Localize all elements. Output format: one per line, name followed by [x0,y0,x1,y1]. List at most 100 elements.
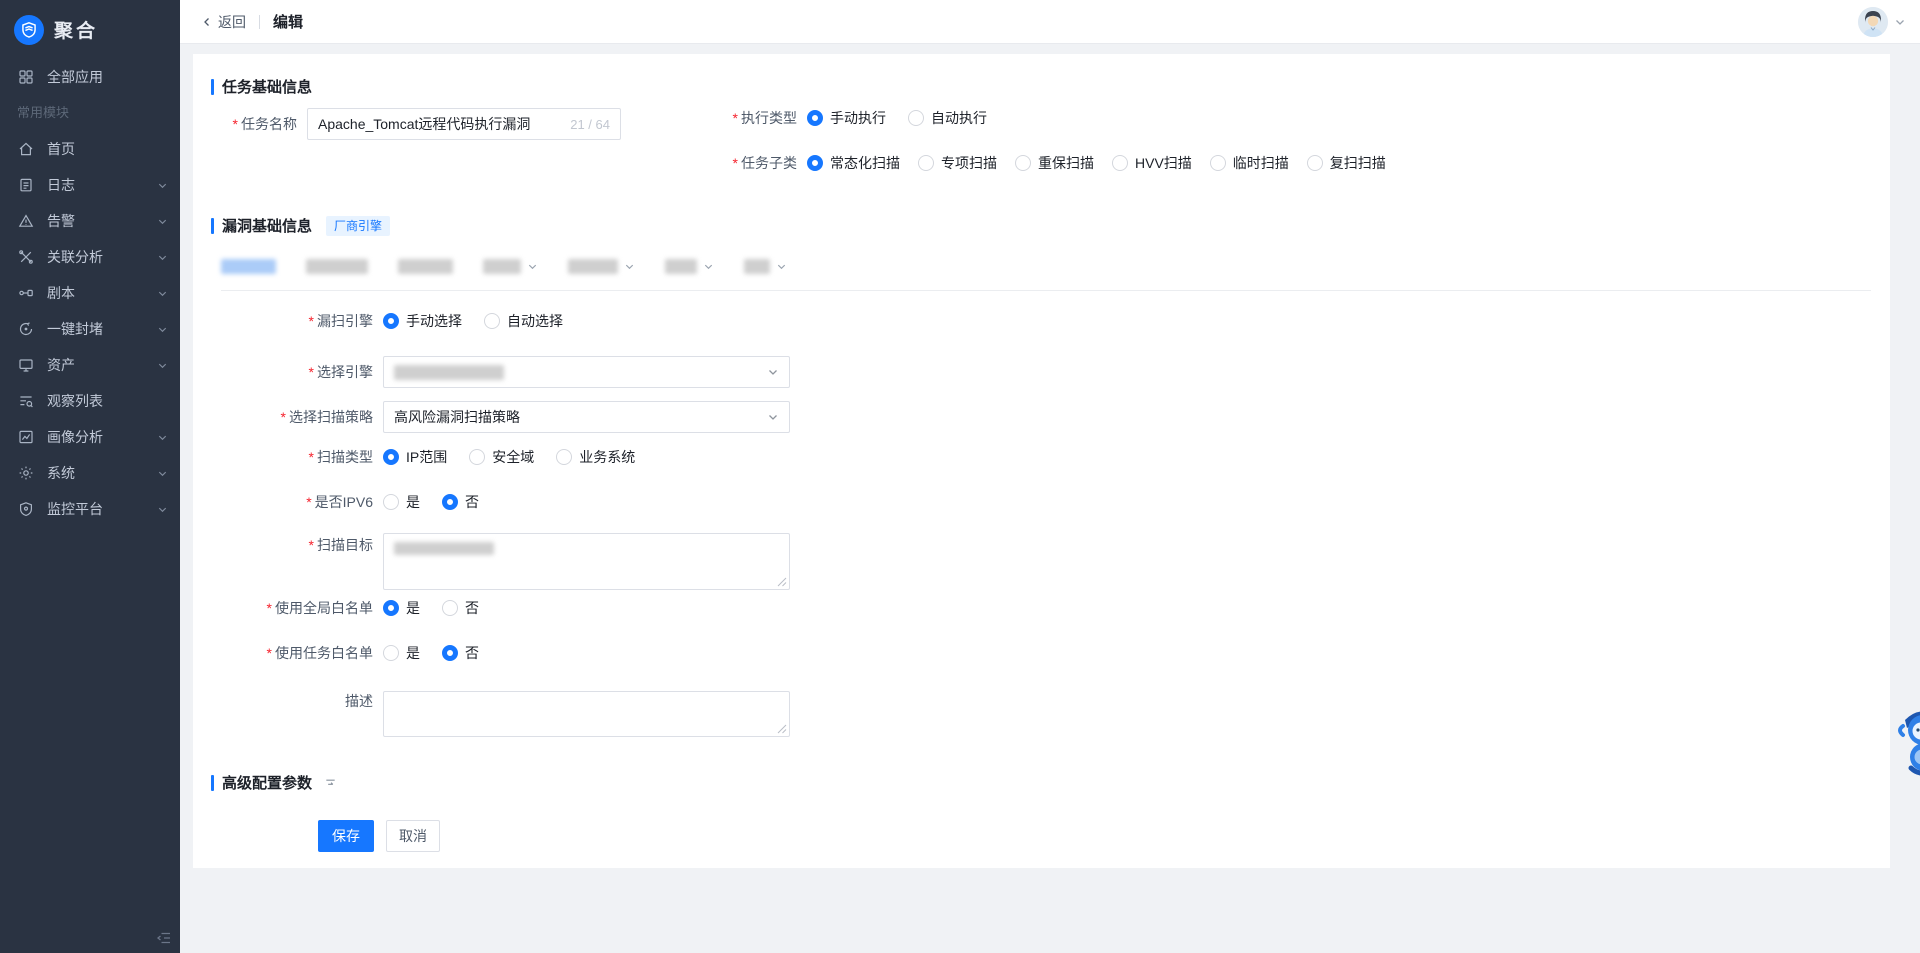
field-label: * 使用全局白名单 [211,598,373,618]
sidebar-item-playbook[interactable]: 剧本 [0,275,180,311]
radio-task-wl-yes[interactable]: 是 [383,643,420,663]
section-vuln-info: 漏洞基础信息 厂商引擎 [211,215,390,236]
radio-normalized-scan[interactable]: 常态化扫描 [807,153,900,173]
required-marker: * [309,364,314,380]
field-exec-type: * 执行类型 手动执行 自动执行 [653,108,987,128]
sidebar-item-monitor-platform[interactable]: 监控平台 [0,491,180,527]
radio-temp-scan[interactable]: 临时扫描 [1210,153,1289,173]
header-divider [259,15,260,29]
redacted-text [568,259,618,274]
field-label: 描述 [211,685,373,717]
sidebar-item-alerts[interactable]: 告警 [0,203,180,239]
radio-special-scan[interactable]: 专项扫描 [918,153,997,173]
playbook-icon [17,285,34,302]
radio-ip-range[interactable]: IP范围 [383,447,447,467]
sidebar-item-logs[interactable]: 日志 [0,167,180,203]
sidebar: 聚合 全部应用 常用模块 首页 日志 [0,0,180,953]
log-icon [17,177,34,194]
radio-auto-select[interactable]: 自动选择 [484,311,563,331]
required-marker: * [281,409,286,425]
sidebar-item-system[interactable]: 系统 [0,455,180,491]
section-advanced-config: 高级配置参数 [211,772,337,793]
field-label: * 任务子类 [653,153,797,173]
scan-target-textarea[interactable] [383,533,790,590]
field-label: * 是否IPV6 [211,492,373,512]
chevron-down-icon [157,216,168,227]
field-global-whitelist: * 使用全局白名单 是 否 [211,598,479,618]
field-label: * 选择引擎 [211,362,373,382]
section-accent-bar [211,79,214,95]
sidebar-item-all-apps[interactable]: 全部应用 [0,59,180,95]
vendor-tab-redacted[interactable] [221,259,276,274]
section-basic-info: 任务基础信息 [211,76,312,97]
radio-key-protection-scan[interactable]: 重保扫描 [1015,153,1094,173]
sidebar-item-label: 全部应用 [47,67,168,87]
sidebar-item-watchlist[interactable]: 观察列表 [0,383,180,419]
resize-handle[interactable] [777,577,787,587]
asset-icon [17,357,34,374]
sidebar-collapse-icon[interactable] [156,930,172,946]
task-name-input[interactable]: Apache_Tomcat远程代码执行漏洞 21 / 64 [307,108,621,140]
page-header: 返回 编辑 [180,0,1920,44]
radio-security-domain[interactable]: 安全域 [469,447,534,467]
radio-dot [383,600,399,616]
vendor-tab-redacted[interactable] [398,259,453,274]
resize-handle[interactable] [777,724,787,734]
collapse-section-icon[interactable] [324,776,337,789]
cancel-button[interactable]: 取消 [386,820,440,852]
radio-ipv6-no[interactable]: 否 [442,492,479,512]
home-icon [17,141,34,158]
sidebar-item-correlation[interactable]: 关联分析 [0,239,180,275]
radio-manual-select[interactable]: 手动选择 [383,311,462,331]
field-task-name: * 任务名称 Apache_Tomcat远程代码执行漏洞 21 / 64 [211,108,621,140]
radio-business-system[interactable]: 业务系统 [556,447,635,467]
field-task-whitelist: * 使用任务白名单 是 否 [211,643,479,663]
description-textarea[interactable] [383,691,790,737]
user-avatar[interactable] [1858,7,1888,37]
engine-select-dropdown[interactable] [383,356,790,388]
radio-hvv-scan[interactable]: HVV扫描 [1112,153,1192,173]
sidebar-item-profile-analysis[interactable]: 画像分析 [0,419,180,455]
brand-name: 聚合 [54,16,98,43]
field-label: * 漏扫引擎 [211,311,373,331]
radio-global-wl-yes[interactable]: 是 [383,598,420,618]
profile-icon [17,429,34,446]
gear-icon [17,465,34,482]
task-name-value: Apache_Tomcat远程代码执行漏洞 [318,114,530,134]
radio-dot [1307,155,1323,171]
vendor-tab-redacted[interactable] [665,259,714,274]
vendor-tab-redacted[interactable] [483,259,538,274]
radio-manual-exec[interactable]: 手动执行 [807,108,886,128]
radio-rescan[interactable]: 复扫扫描 [1307,153,1386,173]
vendor-tab-redacted[interactable] [306,259,368,274]
vendor-tab-redacted[interactable] [744,259,787,274]
radio-dot [807,110,823,126]
task-subtype-radio-group: 常态化扫描 专项扫描 重保扫描 HVV扫描 临时扫描 复扫扫描 [807,153,1386,173]
sidebar-item-one-click-block[interactable]: 一键封堵 [0,311,180,347]
redacted-text [744,259,770,274]
alert-icon [17,213,34,230]
field-scan-target: * 扫描目标 [211,529,790,590]
radio-task-wl-no[interactable]: 否 [442,643,479,663]
ipv6-radio-group: 是 否 [383,492,479,512]
redacted-text [665,259,697,274]
sidebar-item-assets[interactable]: 资产 [0,347,180,383]
radio-dot [469,449,485,465]
radio-auto-exec[interactable]: 自动执行 [908,108,987,128]
radio-dot [1015,155,1031,171]
radio-ipv6-yes[interactable]: 是 [383,492,420,512]
char-counter: 21 / 64 [570,117,610,132]
policy-select-dropdown[interactable]: 高风险漏洞扫描策略 [383,401,790,433]
back-button[interactable]: 返回 [201,12,246,32]
sidebar-item-home[interactable]: 首页 [0,131,180,167]
required-marker: * [267,600,272,616]
brand-shield-icon [14,15,44,45]
radio-global-wl-no[interactable]: 否 [442,598,479,618]
field-description: 描述 [211,685,790,737]
back-label: 返回 [218,12,246,32]
chevron-down-icon[interactable] [1894,16,1906,28]
vendor-tab-redacted[interactable] [568,259,635,274]
assistant-mascot[interactable] [1893,710,1920,776]
save-button[interactable]: 保存 [318,820,374,852]
sidebar-item-label: 监控平台 [47,499,157,519]
